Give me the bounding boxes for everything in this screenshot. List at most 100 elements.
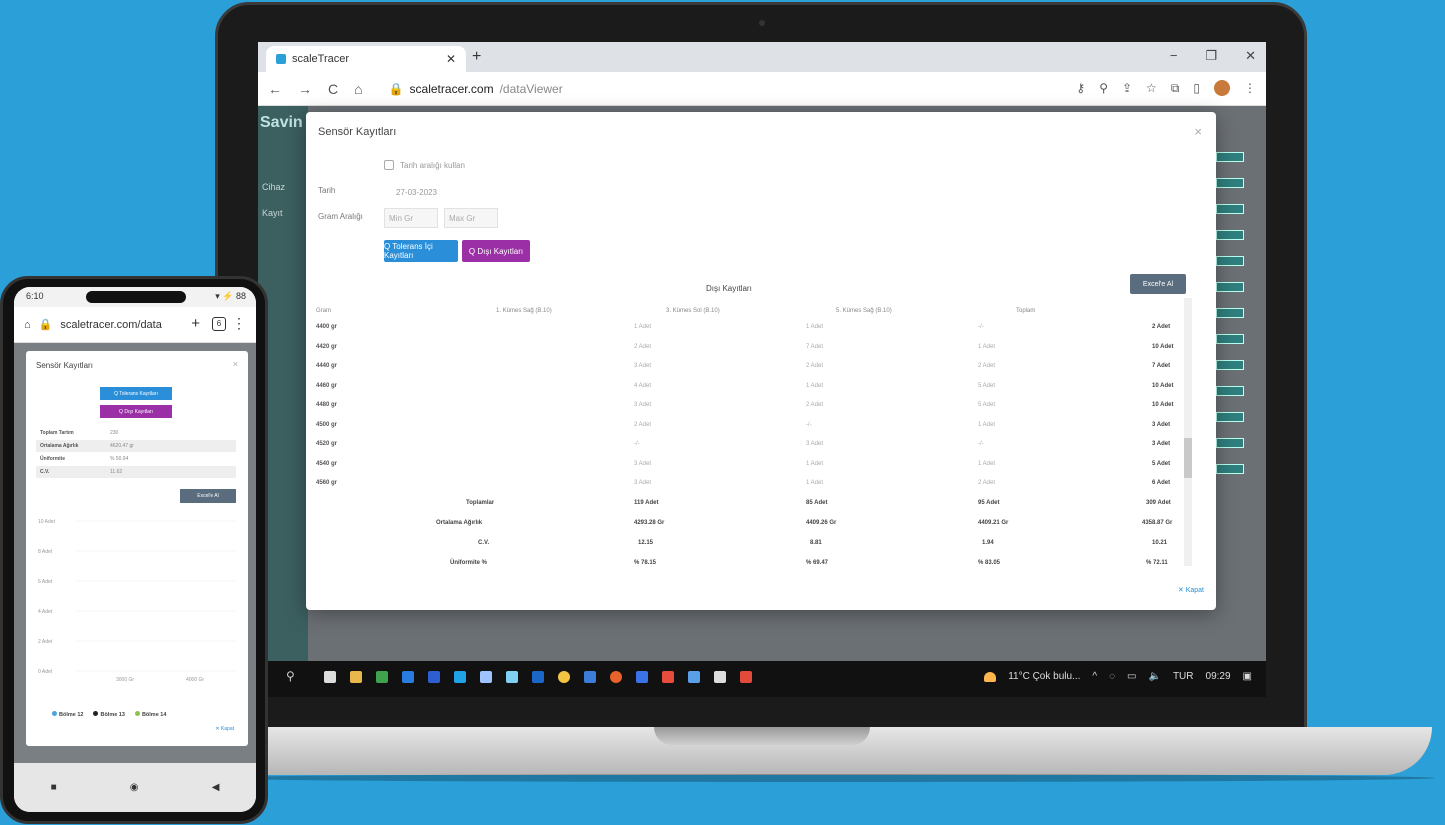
folder-icon[interactable]	[350, 671, 362, 683]
clock[interactable]: 09:29	[1206, 671, 1231, 682]
app-icon[interactable]	[376, 671, 388, 683]
app-row-button[interactable]	[1216, 178, 1244, 188]
task-view-icon[interactable]	[324, 671, 336, 683]
excel-export-button[interactable]: Excel'e Al	[1130, 274, 1186, 294]
app-icon[interactable]	[636, 671, 648, 683]
forward-button[interactable]: →	[298, 81, 312, 97]
home-icon[interactable]: ⌂	[24, 319, 31, 331]
close-window-button[interactable]: ✕	[1245, 48, 1256, 64]
app-row-button[interactable]	[1216, 334, 1244, 344]
volume-icon[interactable]: 🔈	[1149, 671, 1161, 682]
language-indicator[interactable]: TUR	[1173, 671, 1194, 682]
tab-count-button[interactable]: 6	[212, 317, 226, 331]
chrome-icon[interactable]	[558, 671, 570, 683]
date-input[interactable]: 27-03-2023	[396, 188, 437, 197]
tolerance-inside-button[interactable]: Q Tolerans İçi Kayıtları	[384, 240, 458, 262]
app-row-button[interactable]	[1216, 360, 1244, 370]
star-icon[interactable]: ☆	[1146, 81, 1157, 95]
app-row-button[interactable]	[1216, 256, 1244, 266]
app-icon[interactable]	[402, 671, 414, 683]
app-icon[interactable]	[662, 671, 674, 683]
app-icon[interactable]	[428, 671, 440, 683]
network-icon[interactable]: ◌	[1109, 671, 1115, 682]
url-field[interactable]: 🔒 scaletracer.com/dataViewer	[389, 82, 563, 96]
sidebar-item-records[interactable]: Kayıt	[262, 208, 283, 218]
battery-icon[interactable]: ▭	[1127, 671, 1136, 682]
min-gram-input[interactable]: Min Gr	[384, 208, 438, 228]
checkbox[interactable]	[384, 160, 394, 170]
sidepanel-icon[interactable]: ▯	[1193, 81, 1200, 95]
app-icon[interactable]	[480, 671, 492, 683]
app-icon[interactable]	[506, 671, 518, 683]
phone-tolerance-button[interactable]: Q Tolerans Kayıtları	[100, 387, 172, 400]
word-icon[interactable]	[532, 671, 544, 683]
date-label: Tarih	[318, 186, 336, 195]
modal-close-icon[interactable]: ×	[1194, 124, 1202, 139]
app-row-button[interactable]	[1216, 308, 1244, 318]
notification-icon[interactable]: ▣	[1243, 671, 1252, 682]
app-row-button[interactable]	[1216, 282, 1244, 292]
app-row-button[interactable]	[1216, 230, 1244, 240]
share-icon[interactable]: ⇪	[1122, 81, 1132, 95]
max-gram-input[interactable]: Max Gr	[444, 208, 498, 228]
app-row-button[interactable]	[1216, 464, 1244, 474]
app-row-button[interactable]	[1216, 438, 1244, 448]
search-icon[interactable]: ⚲	[286, 669, 295, 683]
weather-icon[interactable]	[984, 671, 997, 682]
modal-close-link[interactable]: ✕ Kapat	[1178, 586, 1204, 594]
app-row-button[interactable]	[1216, 412, 1244, 422]
stat-row: Toplam Tartım 230	[36, 427, 236, 439]
legend-item[interactable]: Bölme 13	[93, 711, 125, 718]
weather-text[interactable]: 11°C Çok bulu...	[1008, 671, 1080, 682]
scroll-thumb[interactable]	[1184, 438, 1192, 478]
browser-tab[interactable]: scaleTracer ✕	[266, 46, 466, 72]
cell-total: % 72.11	[1146, 559, 1168, 566]
new-tab-button[interactable]: +	[472, 48, 481, 66]
outside-records-button[interactable]: Q Dışı Kayıtları	[462, 240, 530, 262]
cell-total: 10 Adet	[1152, 402, 1174, 408]
table-scrollbar[interactable]	[1184, 298, 1192, 566]
app-icon[interactable]	[714, 671, 726, 683]
home-button[interactable]: ⌂	[354, 81, 362, 97]
x-tick-label: 4000 Gr	[186, 677, 204, 683]
home-button[interactable]: ◉	[130, 782, 139, 793]
back-button[interactable]: ←	[268, 81, 282, 97]
phone-modal-close-icon[interactable]: ×	[233, 359, 238, 369]
legend-item[interactable]: Bölme 14	[134, 711, 166, 718]
reload-button[interactable]: C	[328, 81, 338, 97]
key-icon[interactable]: ⚷	[1076, 81, 1085, 95]
menu-icon[interactable]: ⋮	[232, 315, 246, 332]
y-tick-label: 6 Adet	[38, 579, 53, 585]
date-range-toggle[interactable]: Tarih aralığı kullan	[384, 160, 465, 170]
sidebar-item-device[interactable]: Cihaz	[262, 182, 285, 192]
chevron-up-icon[interactable]: ^	[1092, 671, 1097, 682]
firefox-icon[interactable]	[610, 671, 622, 683]
new-tab-button[interactable]: +	[191, 315, 200, 332]
app-icon[interactable]	[584, 671, 596, 683]
app-row-button[interactable]	[1216, 152, 1244, 162]
phone-excel-button[interactable]: Excel'e Al	[180, 489, 236, 503]
restore-button[interactable]: ❐	[1205, 48, 1217, 64]
minimize-button[interactable]: −	[1170, 48, 1178, 64]
cell: 4409.26 Gr	[806, 519, 837, 526]
extension-icon[interactable]: ⧉	[1171, 81, 1180, 96]
recents-button[interactable]: ■	[51, 782, 57, 793]
tab-close-icon[interactable]: ✕	[446, 52, 456, 66]
menu-icon[interactable]: ⋮	[1244, 81, 1256, 95]
table-row: 4440 gr 3 Adet 2 Adet 2 Adet 7 Adet	[316, 359, 1186, 379]
zoom-icon[interactable]: ⚲	[1099, 81, 1108, 95]
edge-icon[interactable]	[454, 671, 466, 683]
app-row-button[interactable]	[1216, 386, 1244, 396]
cell-gram: 4540 gr	[316, 460, 338, 467]
profile-avatar[interactable]	[1214, 80, 1230, 96]
cell: 4 Adet	[634, 382, 652, 389]
phone-outside-button[interactable]: Q Dışı Kayıtları	[100, 405, 172, 418]
legend-item[interactable]: Bölme 12	[52, 711, 83, 718]
phone-close-link[interactable]: ✕ Kapat	[215, 726, 234, 732]
app-icon[interactable]	[688, 671, 700, 683]
app-row-button[interactable]	[1216, 204, 1244, 214]
back-button[interactable]: ◀	[212, 782, 220, 793]
app-icon[interactable]	[740, 671, 752, 683]
phone-url[interactable]: scaletracer.com/data	[60, 319, 162, 331]
cell-total: 3 Adet	[1152, 441, 1171, 447]
